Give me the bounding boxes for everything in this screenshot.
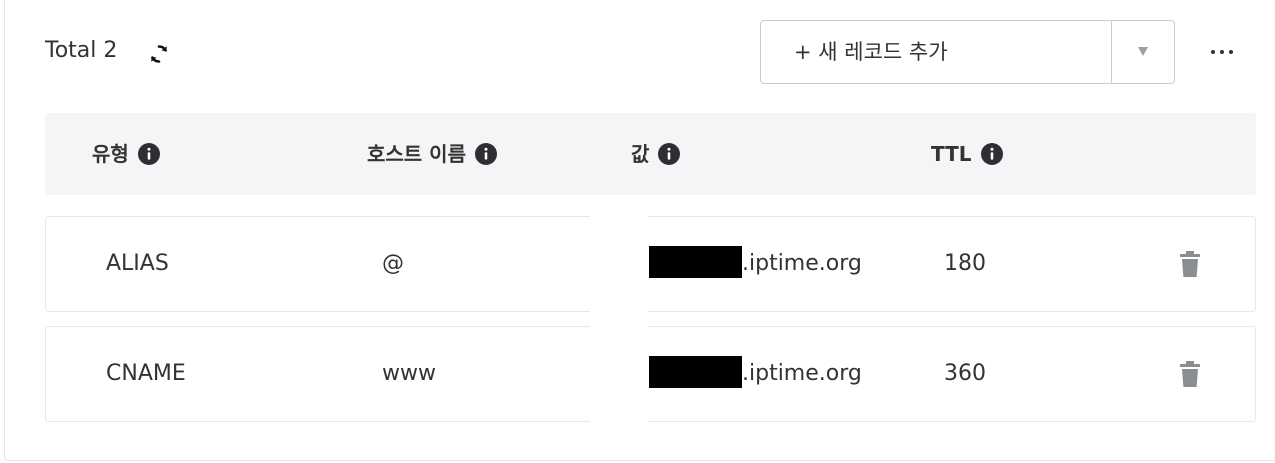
column-header-value: 값 [631, 113, 681, 195]
chevron-down-icon [1138, 47, 1148, 56]
redaction-block [649, 246, 742, 278]
record-host: www [382, 361, 436, 386]
trash-icon[interactable] [1180, 361, 1200, 387]
info-icon[interactable] [474, 142, 497, 165]
table-row: CNAME www .iptime.org 360 [45, 326, 1256, 422]
record-type: CNAME [106, 361, 186, 386]
column-header-host: 호스트 이름 [367, 113, 497, 195]
column-header-label: 값 [631, 142, 650, 166]
add-record-split-button: + 새 레코드 추가 [760, 20, 1175, 84]
table-row: ALIAS @ .iptime.org 180 [45, 216, 1256, 312]
table-header: 유형 호스트 이름 값 TTL [45, 113, 1256, 195]
column-header-label: TTL [931, 142, 972, 166]
more-icon[interactable] [1206, 42, 1238, 62]
redaction-block [649, 356, 742, 388]
record-value: .iptime.org [649, 327, 862, 421]
column-header-label: 호스트 이름 [367, 142, 466, 166]
info-icon[interactable] [137, 142, 160, 165]
record-value: .iptime.org [649, 217, 862, 311]
info-icon[interactable] [980, 142, 1003, 165]
record-host: @ [382, 251, 404, 276]
column-header-label: 유형 [92, 142, 129, 166]
record-type: ALIAS [106, 251, 169, 276]
column-header-ttl: TTL [931, 113, 1003, 195]
column-header-type: 유형 [92, 113, 160, 195]
info-icon[interactable] [658, 142, 681, 165]
add-record-button[interactable]: + 새 레코드 추가 [761, 21, 1111, 83]
trash-icon[interactable] [1180, 251, 1200, 277]
record-ttl: 180 [944, 251, 986, 276]
refresh-icon[interactable] [147, 42, 171, 66]
record-value-text: .iptime.org [742, 361, 862, 386]
add-record-dropdown[interactable] [1112, 21, 1174, 83]
record-ttl: 360 [944, 361, 986, 386]
record-value-text: .iptime.org [742, 251, 862, 276]
column-gap [590, 205, 648, 435]
total-count: Total 2 [45, 38, 118, 63]
